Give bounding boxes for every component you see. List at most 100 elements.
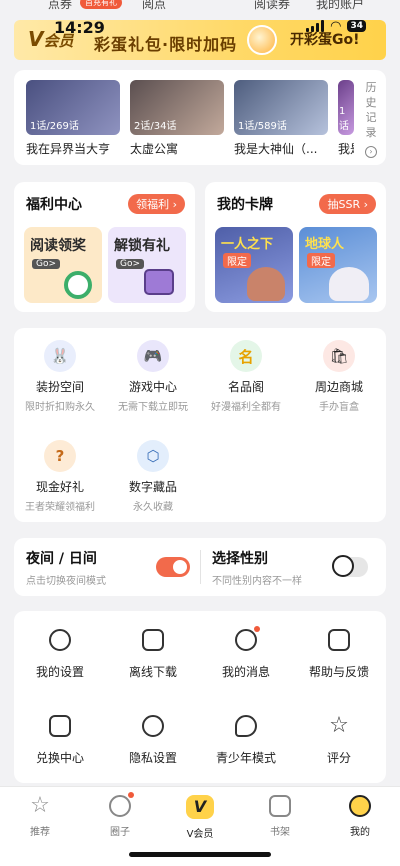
bunny-avatar-icon: 🐰 — [44, 340, 76, 372]
tab-recommend[interactable]: ☆ 推荐 — [0, 795, 80, 839]
tab-label: 圈子 — [110, 827, 130, 838]
star-rating-icon: ☆ — [329, 713, 349, 738]
service-name: 数字藏品 — [128, 480, 177, 494]
service-item[interactable]: ⬡ 数字藏品 永久收藏 — [107, 440, 199, 513]
comic-cover: 1话/589话 — [234, 80, 328, 135]
draw-ssr-button[interactable]: 抽SSR › — [319, 194, 376, 214]
teen-mode-item[interactable]: 青少年模式 — [200, 715, 292, 766]
tab-me[interactable]: 我的 — [320, 795, 400, 838]
go-button[interactable]: Go> — [116, 259, 145, 269]
welfare-title: 福利中心 — [26, 197, 82, 213]
home-indicator — [129, 852, 271, 857]
service-name: 现金好礼 — [35, 480, 84, 494]
help-feedback-item[interactable]: 帮助与反馈 — [293, 629, 385, 680]
easter-egg-icon — [247, 25, 277, 55]
messages-item[interactable]: 我的消息 — [200, 626, 292, 680]
card-tile[interactable]: 一人之下 限定 — [215, 227, 293, 303]
tab-coupons[interactable]: 点券 — [48, 0, 72, 12]
settings-label: 我的消息 — [221, 665, 270, 679]
my-cards-card: 我的卡牌 抽SSR › 一人之下 限定 地球人 限定 — [205, 182, 386, 312]
settings-label: 隐私设置 — [128, 751, 177, 765]
service-item[interactable]: 🛍 周边商城 手办盲盒 — [293, 340, 385, 413]
rating-item[interactable]: ☆ 评分 — [293, 715, 385, 766]
chevron-right-icon[interactable]: › — [365, 146, 377, 158]
teen-mode-icon — [235, 715, 257, 737]
comic-cover: 1话 — [338, 80, 354, 135]
reading-reward-tile[interactable]: 阅读领奖 Go> — [24, 227, 102, 303]
go-button[interactable]: Go> — [32, 259, 61, 269]
tab-label: 书架 — [270, 827, 290, 838]
bookshelf-icon — [269, 795, 291, 817]
settings-item[interactable]: 我的设置 — [14, 629, 106, 680]
service-item[interactable]: ? 现金好礼 王者荣耀领福利 — [14, 440, 106, 513]
service-sub: 好漫福利全都有 — [211, 402, 281, 413]
service-sub: 无需下载立即玩 — [118, 402, 188, 413]
tab-label: V会员 — [186, 829, 214, 840]
chapter-badge: 2话/34话 — [134, 121, 177, 132]
gamepad-icon: 🎮 — [137, 340, 169, 372]
settings-label: 评分 — [326, 751, 351, 765]
night-mode-title: 夜间 / 日间 — [26, 551, 97, 567]
redeem-center-item[interactable]: 兑换中心 — [14, 715, 106, 766]
reading-history-card: 1话/269话 我在异界当大亨 2话/34话 太虚公寓 1话/589话 我是大神… — [14, 70, 386, 165]
divider — [200, 550, 201, 584]
notification-dot — [128, 792, 134, 798]
comic-title: 太虚公寓 — [130, 142, 179, 156]
history-item[interactable]: 2话/34话 太虚公寓 — [130, 80, 224, 157]
settings-label: 我的设置 — [35, 665, 84, 679]
limited-tag: 限定 — [223, 253, 251, 268]
comic-title: 我是 — [338, 142, 354, 156]
privacy-settings-item[interactable]: 隐私设置 — [107, 715, 199, 766]
settings-grid: 我的设置 离线下载 我的消息 帮助与反馈 兑换中心 隐私设置 青少年模式 ☆ 评… — [14, 611, 386, 783]
tab-read-vouchers[interactable]: 阅读券 — [254, 0, 290, 12]
mode-toggles-card: 夜间 / 日间 点击切换夜间模式 选择性别 不同性别内容不一样 — [14, 538, 386, 596]
battery-icon: 34 — [347, 20, 366, 32]
service-sub: 王者荣耀领福利 — [25, 502, 95, 513]
moon-face-icon — [172, 559, 188, 575]
service-name: 游戏中心 — [128, 380, 177, 394]
history-item[interactable]: 1话/589话 我是大神仙（... — [234, 80, 328, 157]
unlock-gift-tile[interactable]: 解锁有礼 Go> — [108, 227, 186, 303]
vip-v-icon: V — [186, 795, 214, 819]
message-icon — [235, 626, 260, 651]
feedback-icon — [328, 629, 350, 651]
settings-label: 帮助与反馈 — [308, 665, 369, 679]
status-icons: ◠ 34 — [306, 18, 366, 34]
service-sub: 手办盲盒 — [319, 402, 359, 413]
chapter-badge: 1话 — [339, 106, 349, 132]
gift-box-icon: ? — [44, 440, 76, 472]
tab-label: 我的 — [350, 827, 370, 838]
boy-face-icon — [332, 555, 354, 577]
offline-download-item[interactable]: 离线下载 — [107, 629, 199, 680]
get-welfare-button[interactable]: 领福利 › — [128, 194, 185, 214]
card-title: 地球人 — [305, 237, 345, 252]
cube-icon: ⬡ — [137, 440, 169, 472]
service-item[interactable]: 🐰 装扮空间 限时折扣购永久 — [14, 340, 106, 413]
history-more-label[interactable]: 历史记录 — [364, 80, 378, 140]
card-tile[interactable]: 地球人 限定 — [299, 227, 377, 303]
top-account-strip: 点券 首充有礼 阅点 阅读券 我的账户 — [0, 0, 400, 14]
comic-cover: 2话/34话 — [130, 80, 224, 135]
tab-circle[interactable]: 圈子 — [80, 792, 160, 838]
history-item[interactable]: 1话 我是 — [338, 80, 354, 157]
settings-label: 离线下载 — [128, 665, 177, 679]
tab-read-points[interactable]: 阅点 — [142, 0, 166, 12]
service-item[interactable]: 🎮 游戏中心 无需下载立即玩 — [107, 340, 199, 413]
wifi-icon: ◠ — [330, 18, 342, 34]
gender-toggle[interactable] — [332, 555, 368, 577]
target-icon — [64, 271, 92, 299]
limited-tag: 限定 — [307, 253, 335, 268]
service-name: 周边商城 — [314, 380, 363, 394]
tile-label: 解锁有礼 — [114, 238, 170, 254]
night-mode-toggle[interactable] — [156, 557, 190, 577]
card-title: 一人之下 — [221, 237, 274, 252]
history-item[interactable]: 1话/269话 我在异界当大亨 — [26, 80, 120, 157]
night-mode-sub: 点击切换夜间模式 — [26, 576, 106, 587]
chapter-badge: 1话/269话 — [30, 121, 79, 132]
tab-bookshelf[interactable]: 书架 — [240, 795, 320, 838]
service-item[interactable]: 名 名品阁 好漫福利全都有 — [200, 340, 292, 413]
tab-my-account[interactable]: 我的账户 — [316, 0, 364, 12]
lock-gift-icon — [144, 269, 174, 295]
ticket-icon — [49, 715, 71, 737]
tab-vip[interactable]: V V会员 — [160, 795, 240, 840]
